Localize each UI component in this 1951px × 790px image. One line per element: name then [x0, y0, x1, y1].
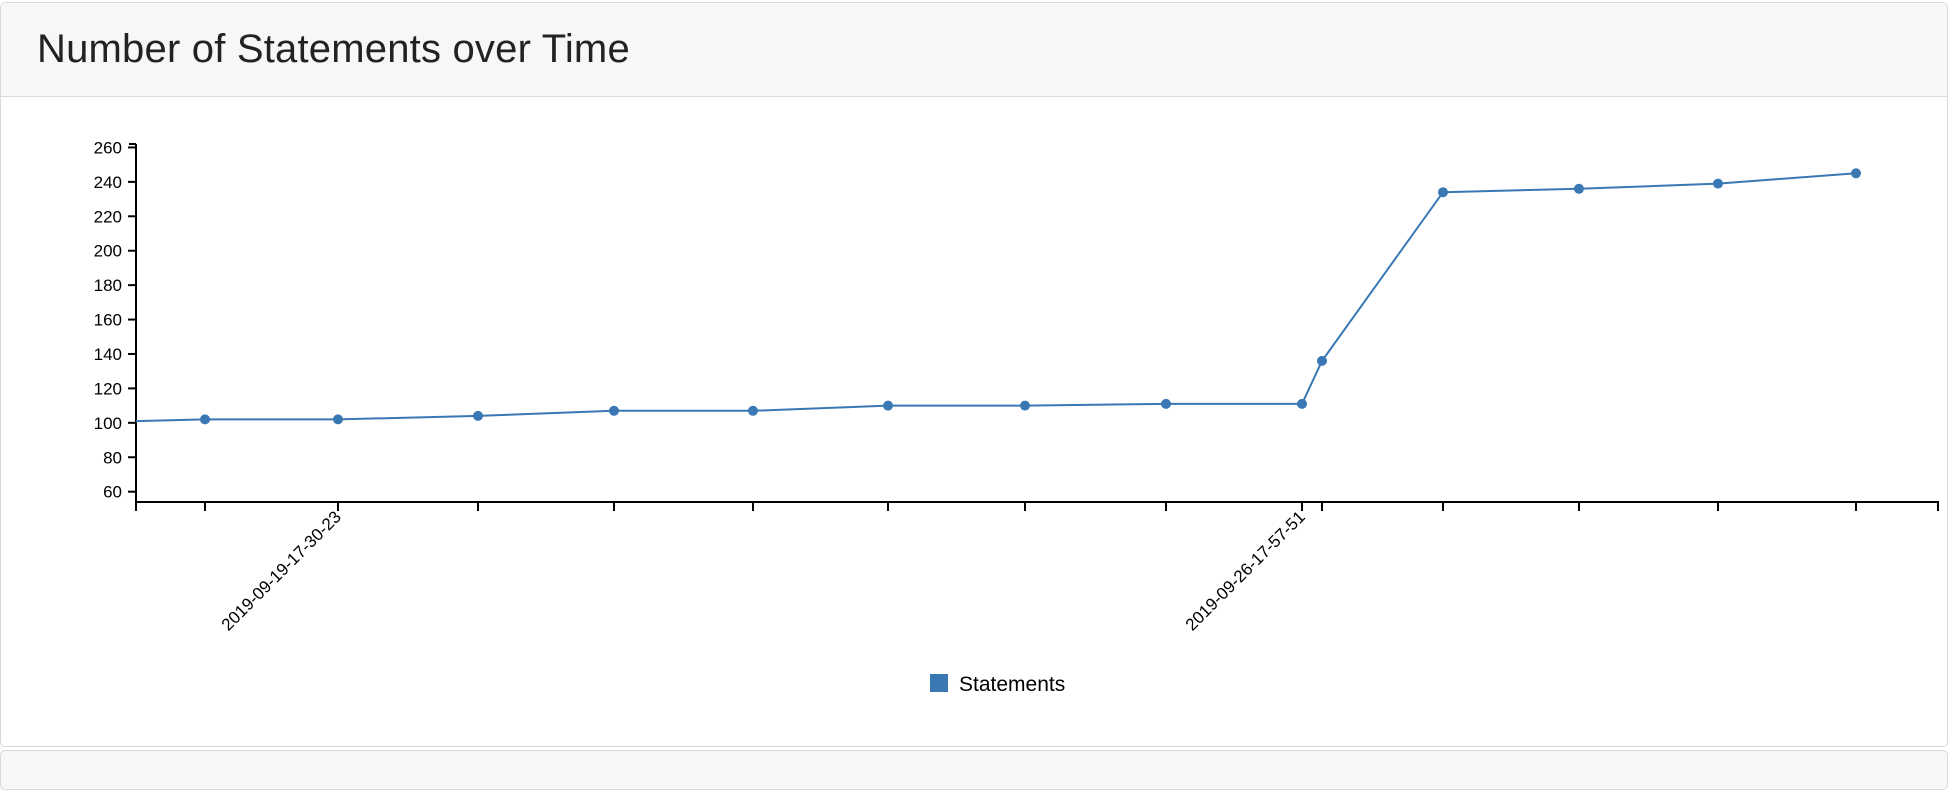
y-tick-label: 220	[94, 207, 122, 226]
y-tick-label: 240	[94, 173, 122, 192]
y-tick-label: 160	[94, 311, 122, 330]
y-tick-label: 80	[103, 448, 122, 467]
data-point[interactable]	[1297, 398, 1307, 409]
y-tick-label: 200	[94, 242, 122, 261]
data-point[interactable]	[1020, 400, 1030, 411]
data-point[interactable]	[609, 405, 619, 416]
data-point[interactable]	[1574, 183, 1584, 194]
next-card-header	[0, 750, 1948, 790]
data-point[interactable]	[1317, 355, 1327, 366]
legend-swatch	[930, 674, 948, 692]
data-point[interactable]	[473, 410, 483, 421]
y-tick-label: 100	[94, 414, 122, 433]
x-axis: 2019-09-19-17-30-23 2019-09-26-17-57-51	[135, 501, 1939, 634]
statements-line-chart: 60 80 100 120 140 160 180 200 220 240 260 2019-09-…	[94, 138, 1939, 696]
data-point[interactable]	[1438, 187, 1448, 198]
data-point[interactable]	[748, 405, 758, 416]
y-tick-label: 140	[94, 345, 122, 364]
data-point[interactable]	[1161, 398, 1171, 409]
legend[interactable]: Statements	[930, 673, 1065, 696]
data-point[interactable]	[1851, 168, 1861, 179]
y-axis: 60 80 100 120 140 160 180 200 220 240 260	[94, 138, 137, 502]
series-layer	[135, 168, 1861, 425]
y-tick-label: 180	[94, 276, 122, 295]
data-point[interactable]	[883, 400, 893, 411]
y-tick-label: 60	[103, 483, 122, 502]
y-tick-label: 120	[94, 379, 122, 398]
data-point[interactable]	[200, 414, 210, 425]
legend-label: Statements	[959, 673, 1065, 696]
x-tick-label: 2019-09-26-17-57-51	[1182, 507, 1309, 634]
data-point[interactable]	[1713, 178, 1723, 189]
y-tick-label: 260	[94, 138, 122, 157]
x-tick-label: 2019-09-19-17-30-23	[218, 507, 345, 634]
data-point[interactable]	[333, 414, 343, 425]
series-line-statements	[135, 172, 1857, 423]
